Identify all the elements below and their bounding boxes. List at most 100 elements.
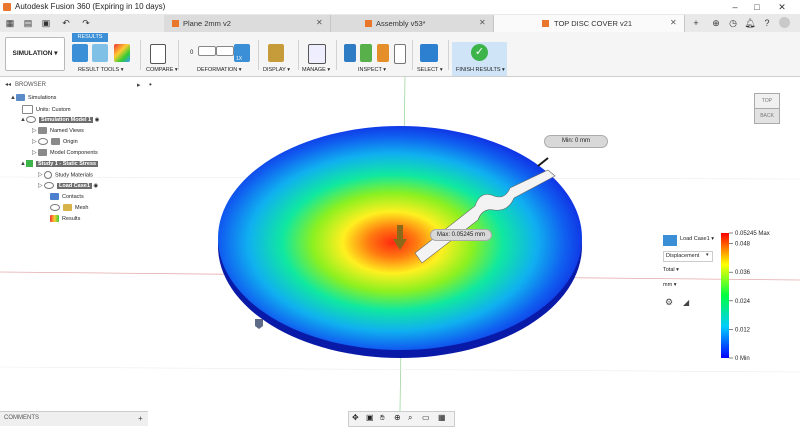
orbit-icon[interactable]: ✥ <box>352 413 359 422</box>
result-tools-menu[interactable]: RESULT TOOLS ▾ <box>78 67 123 73</box>
browser-pin-icon[interactable]: • <box>149 80 152 89</box>
tree-item-mesh[interactable]: Mesh <box>10 204 160 215</box>
tree-item-contacts[interactable]: Contacts <box>10 193 160 204</box>
browser-toggle-icon[interactable]: ▸ <box>137 81 141 89</box>
collapse-icon[interactable]: ◂◂ <box>5 81 11 88</box>
select-menu[interactable]: SELECT ▾ <box>417 67 443 73</box>
legend-gradient-bar <box>721 233 729 358</box>
deformation-adjusted-icon[interactable] <box>216 46 234 56</box>
look-at-icon[interactable]: ▣ <box>366 413 374 422</box>
tree-item-results[interactable]: Results <box>10 215 160 226</box>
redo-icon[interactable]: ↷ <box>80 17 92 29</box>
inspect-menu[interactable]: INSPECT ▾ <box>358 67 386 73</box>
component-icon <box>542 20 549 27</box>
fusion-logo-icon <box>3 3 11 11</box>
max-callout: Max: 0.05245 mm <box>430 229 492 241</box>
finish-results-menu[interactable]: FINISH RESULTS ▾ <box>456 67 505 73</box>
folder-icon <box>51 138 60 146</box>
close-tab-icon[interactable]: ✕ <box>670 18 677 27</box>
browser-tree: ▲ Simulations Units: Custom ▲ Simulation M… <box>10 94 160 226</box>
close-tab-icon[interactable]: ✕ <box>316 18 323 27</box>
display-icon[interactable] <box>268 44 284 62</box>
manage-menu[interactable]: MANAGE ▾ <box>302 67 330 73</box>
tree-item-model-components[interactable]: ▷ Model Components <box>10 149 160 160</box>
fit-icon[interactable]: ⌕ <box>408 413 412 423</box>
comments-panel[interactable]: COMMENTS + <box>0 411 148 426</box>
assembly-icon <box>365 20 372 27</box>
resize-handle-icon[interactable]: ◢ <box>683 298 689 307</box>
new-tab-icon[interactable]: + <box>690 17 702 29</box>
materials-icon <box>44 171 52 179</box>
min-callout: Min: 0 mm <box>544 135 608 148</box>
component-select[interactable]: Total ▾ <box>663 267 679 273</box>
help-icon[interactable]: ? <box>761 17 773 29</box>
tab-top-disc-cover[interactable]: TOP DISC COVER v21 ✕ <box>494 15 685 32</box>
select-cursor-icon[interactable] <box>420 44 438 62</box>
color-bar-icon[interactable] <box>114 44 130 62</box>
load-case-icon[interactable] <box>663 235 677 246</box>
manage-icon[interactable] <box>308 44 326 64</box>
disc-model[interactable] <box>210 118 590 368</box>
minimize-button[interactable]: – <box>728 1 742 13</box>
unit-select[interactable]: mm ▾ <box>663 282 676 288</box>
legend-tick-label: 0 Min <box>735 356 750 362</box>
deformation-menu[interactable]: DEFORMATION ▾ <box>197 67 242 73</box>
window-title: Autodesk Fusion 360 (Expiring in 10 days… <box>15 2 166 11</box>
settings-gear-icon[interactable]: ⚙ <box>665 297 673 308</box>
user-avatar[interactable] <box>779 17 790 28</box>
deformation-undeformed-icon[interactable] <box>198 46 216 56</box>
tab-plane-2mm[interactable]: Plane 2mm v2 ✕ <box>164 15 331 32</box>
result-tool-icon[interactable] <box>72 44 88 62</box>
surface-probe-icon[interactable] <box>377 44 389 62</box>
legend-tick-label: 0.024 <box>735 299 751 305</box>
compare-menu[interactable]: COMPARE ▾ <box>146 67 178 73</box>
results-icon <box>50 215 59 222</box>
result-type-select[interactable]: Displacement ▾ <box>663 251 713 262</box>
legend-tick-label: 0.036 <box>735 270 751 276</box>
tab-assembly[interactable]: Assembly v53* ✕ <box>331 15 494 32</box>
file-menu-icon[interactable]: ▤ <box>22 17 34 29</box>
tree-item-named-views[interactable]: ▷ Named Views <box>10 127 160 138</box>
tree-item-simulations[interactable]: ▲ Simulations <box>10 94 160 105</box>
color-legend: 0.05245 Max 0.048 0.036 0.024 0.012 0 Min <box>721 231 770 362</box>
browser-header[interactable]: ◂◂ BROWSER ▸ • <box>0 80 160 91</box>
notifications-icon[interactable]: 🔔︎ <box>744 17 756 29</box>
compare-icon[interactable] <box>150 44 166 64</box>
tree-item-study-materials[interactable]: ▷ Study Materials <box>10 171 160 182</box>
deformation-value: 0 <box>190 50 194 56</box>
save-icon[interactable]: ▣ <box>40 17 52 29</box>
load-case-select[interactable]: Load Case1 ▾ <box>680 236 714 242</box>
display-menu[interactable]: DISPLAY ▾ <box>263 67 290 73</box>
tab-results[interactable]: RESULTS <box>72 33 108 42</box>
checkmark-icon: ✓ <box>471 44 488 61</box>
result-tool-icon[interactable] <box>92 44 108 62</box>
results-legend-panel: Load Case1 ▾ Displacement ▾ Total ▾ mm ▾… <box>663 233 719 311</box>
close-tab-icon[interactable]: ✕ <box>479 18 486 27</box>
tree-item-simulation-model[interactable]: ▲ Simulation Model 1 ◉ <box>10 116 160 127</box>
legend-tick-label: 0.048 <box>735 242 751 248</box>
app-grid-icon[interactable]: ▦ <box>4 17 16 29</box>
undo-icon[interactable]: ↶ <box>60 17 72 29</box>
maximize-button[interactable]: □ <box>750 1 764 13</box>
pan-icon[interactable]: ✋︎ <box>380 413 385 423</box>
extensions-icon[interactable]: ⊕ <box>710 17 722 29</box>
grid-icon[interactable]: ▦ <box>438 413 446 422</box>
tree-item-units[interactable]: Units: Custom <box>10 105 160 116</box>
eye-icon <box>26 116 36 123</box>
title-bar: Autodesk Fusion 360 (Expiring in 10 days… <box>0 0 800 15</box>
job-status-icon[interactable]: ◷ <box>727 17 739 29</box>
zoom-icon[interactable]: ⊕ <box>394 413 401 422</box>
inspect-icon[interactable] <box>344 44 356 62</box>
expand-icon[interactable]: + <box>138 414 143 423</box>
folder-icon <box>38 149 47 157</box>
tree-item-origin[interactable]: ▷ Origin <box>10 138 160 149</box>
tree-item-study[interactable]: ▲ Study 1 - Static Stress <box>10 160 160 171</box>
view-cube[interactable]: TOP BACK <box>752 91 782 125</box>
tree-item-load-case[interactable]: ▷ Load Case1 ◉ <box>10 182 160 193</box>
section-icon[interactable] <box>394 44 406 64</box>
display-settings-icon[interactable]: ▭ <box>422 413 430 422</box>
probe-icon[interactable] <box>360 44 372 62</box>
close-button[interactable]: ✕ <box>775 1 789 13</box>
component-icon <box>172 20 179 27</box>
workspace-switcher[interactable]: SIMULATION ▾ <box>5 37 65 71</box>
